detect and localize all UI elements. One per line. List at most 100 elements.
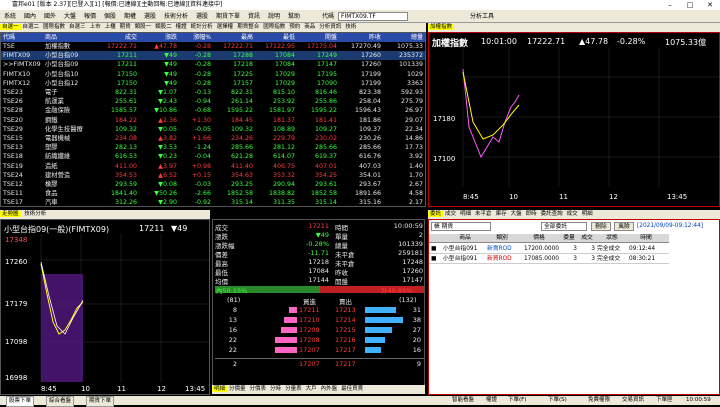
tab-15[interactable]: 商品 [302, 24, 317, 30]
status-button[interactable]: 下單(S) [548, 396, 567, 405]
code-input[interactable]: FIMTX09.TF [338, 12, 408, 21]
table-row[interactable]: TSE28 金融保險 1585.57 ▼10.86 -0.68 1595.22 1581.9… [1, 106, 425, 115]
order-header-cell[interactable]: 價格 [519, 234, 559, 243]
table-row[interactable]: TSE11 食品 1841.40 ▼50.26 -2.66 1852.58 1838.82 1… [1, 189, 425, 198]
order-header-cell[interactable]: 類別 [487, 234, 517, 243]
account-select[interactable]: 帳 期貨 [431, 222, 491, 231]
table-row[interactable]: FIMTX09 小型台指09 17211 ▼49 -0.28 17288 17084 1724… [1, 51, 425, 61]
table-row[interactable]: TSE29 化學生技醫療 109.32 ▼0.05 -0.05 109.32 108.89 1… [1, 125, 425, 134]
tab-trend-chart[interactable]: 走勢圖 [0, 211, 21, 217]
risk-button[interactable]: 風險 [614, 222, 634, 231]
tab-2[interactable]: 國際指數 [41, 24, 67, 30]
tab-17[interactable]: 技術 [343, 24, 358, 30]
table-row[interactable]: TSE24 建材營造 354.53 ▲6.52 +0.15 354.63 353.32 354… [1, 171, 425, 180]
toolbar-menu-item[interactable]: 國外 [44, 10, 56, 23]
detail-tab[interactable]: 分量表 [283, 386, 304, 392]
maximize-icon[interactable]: □ [680, 0, 700, 10]
detail-tab[interactable]: 分價量 [227, 386, 248, 392]
table-row[interactable]: TSE19 造紙 411.00 ▲3.97 +0.98 411.40 406.75 407.0… [1, 162, 425, 171]
detail-tab[interactable]: 最佳買賣 [339, 386, 365, 392]
order-header-cell[interactable]: 狀態 [597, 234, 627, 243]
detail-tab[interactable]: 分時 [268, 386, 283, 392]
toolbar-menu-item[interactable]: 說明 [268, 10, 280, 23]
status-tab[interactable]: 期貨下單 [86, 396, 115, 407]
order-tab[interactable]: 庫存 [494, 211, 509, 217]
order-tab[interactable]: 未平倉 [473, 211, 494, 217]
order-tab[interactable]: 成交 [443, 211, 458, 217]
table-row[interactable]: FIMTX10 小型台指10 17150 ▼49 -0.28 17225 17029 1719… [1, 70, 425, 79]
order-tab[interactable]: 委託查詢 [539, 211, 565, 217]
order-header-cell[interactable]: 成交 [579, 234, 595, 243]
detail-tab[interactable]: 明細 [212, 386, 228, 392]
toolbar-menu-item[interactable]: 期權 [124, 10, 136, 23]
table-row[interactable]: TSE 加權指數 17222.71 ▲47.78 -0.28 17222.71 17122.… [1, 42, 425, 51]
order-tab[interactable]: 即時 [524, 211, 539, 217]
delete-button[interactable]: 刪除 [591, 222, 611, 231]
order-tab[interactable]: 明細 [458, 211, 473, 217]
detail-tab[interactable]: 分價表 [248, 386, 269, 392]
table-row[interactable]: FIMTX12 小型台指12 17150 ▼49 -0.28 17157 17029 1709… [1, 79, 425, 88]
toolbar-menu-item[interactable]: 大盤 [64, 10, 76, 23]
tab-16[interactable]: 分析資訊 [317, 24, 343, 30]
table-row[interactable]: TSE17 汽車 312.26 ▼2.90 -0.92 315.14 311.35 315.1… [1, 198, 425, 206]
order-tab[interactable]: 大盤 [509, 211, 524, 217]
toolbar-menu-item[interactable]: 報價 [84, 10, 96, 23]
toolbar-menu-item[interactable]: 國內 [24, 10, 36, 23]
tab-12[interactable]: 期貨整合 [235, 24, 261, 30]
order-tab[interactable]: 成交 [565, 211, 580, 217]
status-tab[interactable]: 綜合看盤 [46, 396, 75, 407]
detail-tab[interactable]: 內外盤 [319, 386, 340, 392]
quote-header-cell[interactable]: 總量 [381, 33, 423, 42]
status-button[interactable]: 免費權限 [588, 396, 610, 405]
table-row[interactable]: TSE15 電器機械 234.08 ▲3.82 +1.66 234.26 229.79 230… [1, 134, 425, 143]
order-header-cell[interactable]: 時間 [629, 234, 663, 243]
tab-1[interactable]: 自選二 [21, 24, 42, 30]
quote-header-cell[interactable]: 商品 [45, 33, 95, 42]
table-row[interactable]: >>FIMTX09 小型台指09 17211 ▼49 -0.28 17218 17084 17… [1, 60, 425, 69]
close-icon[interactable]: ✕ [700, 0, 720, 10]
quote-header-cell[interactable]: 代碼 [3, 33, 43, 42]
order-header-cell[interactable]: 商品 [443, 234, 487, 243]
quote-header-cell[interactable]: 最低 [253, 33, 295, 42]
table-row[interactable]: TSE20 鋼鐵 184.22 ▲2.36 +1.30 184.45 181.37 181.4… [1, 116, 425, 125]
table-row[interactable]: TSE18 紡織纖維 616.53 ▼0.23 -0.04 621.28 614.07 619… [1, 152, 425, 161]
table-row[interactable]: TSE12 橡膠 293.59 ▼0.08 -0.03 293.25 290.94 293.6… [1, 180, 425, 189]
tab-7[interactable]: 類股一 [133, 24, 154, 30]
tab-9[interactable]: 權證 [174, 24, 189, 30]
status-tab[interactable]: 股票下單 [6, 396, 35, 407]
tab-6[interactable]: 期貨 [118, 24, 133, 30]
detail-tab[interactable]: 大戶 [304, 386, 319, 392]
toolbar-menu-item[interactable]: 系統 [4, 10, 16, 23]
toolbar-menu-item[interactable]: 資訊 [248, 10, 260, 23]
toolbar-menu-item[interactable]: 技術分析 [164, 10, 188, 23]
quote-header-cell[interactable]: 漲幅% [177, 33, 211, 42]
order-row[interactable]: ■ 小型台指091 新賣ROD 17200.0000 3 3 完全成交 09:12:44 [429, 244, 669, 254]
order-header-cell[interactable]: 委量 [561, 234, 577, 243]
tab-3[interactable]: 自選三 [67, 24, 88, 30]
toolbar-menu-item[interactable]: 個股 [104, 10, 116, 23]
quote-header-cell[interactable]: 昨收 [337, 33, 381, 42]
table-row[interactable]: TSE26 航運業 255.61 ▼2.43 -0.94 261.14 253.92 255.… [1, 97, 425, 106]
table-row[interactable]: TSE23 電子 822.31 ▼1.07 -0.13 822.31 815.10 816.4… [1, 88, 425, 97]
toolbar-menu-item[interactable]: 選股 [196, 10, 208, 23]
index-chart[interactable]: 17180 17100 8:45 10 11 12 13:45 [429, 47, 720, 207]
tab-10[interactable]: 統計分析 [189, 24, 215, 30]
status-button[interactable]: 權證 [486, 396, 497, 405]
status-button[interactable]: 智能看盤 [452, 396, 474, 405]
toolbar-menu-item[interactable]: 期貨下單 [216, 10, 240, 23]
tab-index-chart[interactable]: 加權指數 [428, 24, 455, 30]
status-button[interactable]: 下單匣 [656, 396, 673, 405]
order-filter-select[interactable]: 全部委託 [541, 222, 587, 231]
order-tab[interactable]: 委託 [428, 211, 444, 217]
minimize-icon[interactable]: – [660, 0, 680, 10]
table-row[interactable]: TSE13 塑膠 282.13 ▼3.53 -1.24 285.66 281.12 285.6… [1, 143, 425, 152]
toolbar-menu-item[interactable]: 選股 [144, 10, 156, 23]
quote-header-cell[interactable]: 最高 [211, 33, 253, 42]
status-button[interactable]: 下單(F) [508, 396, 526, 405]
toolbar-menu-item[interactable]: 幫助 [288, 10, 300, 23]
tab-0[interactable]: 自選一 [0, 24, 21, 30]
quote-header-cell[interactable]: 成交 [95, 33, 137, 42]
analysis-tools-button[interactable]: 分析工具 [470, 10, 494, 23]
status-button[interactable]: 交易資訊 [622, 396, 644, 405]
tab-technical[interactable]: 技術分析 [22, 211, 48, 217]
